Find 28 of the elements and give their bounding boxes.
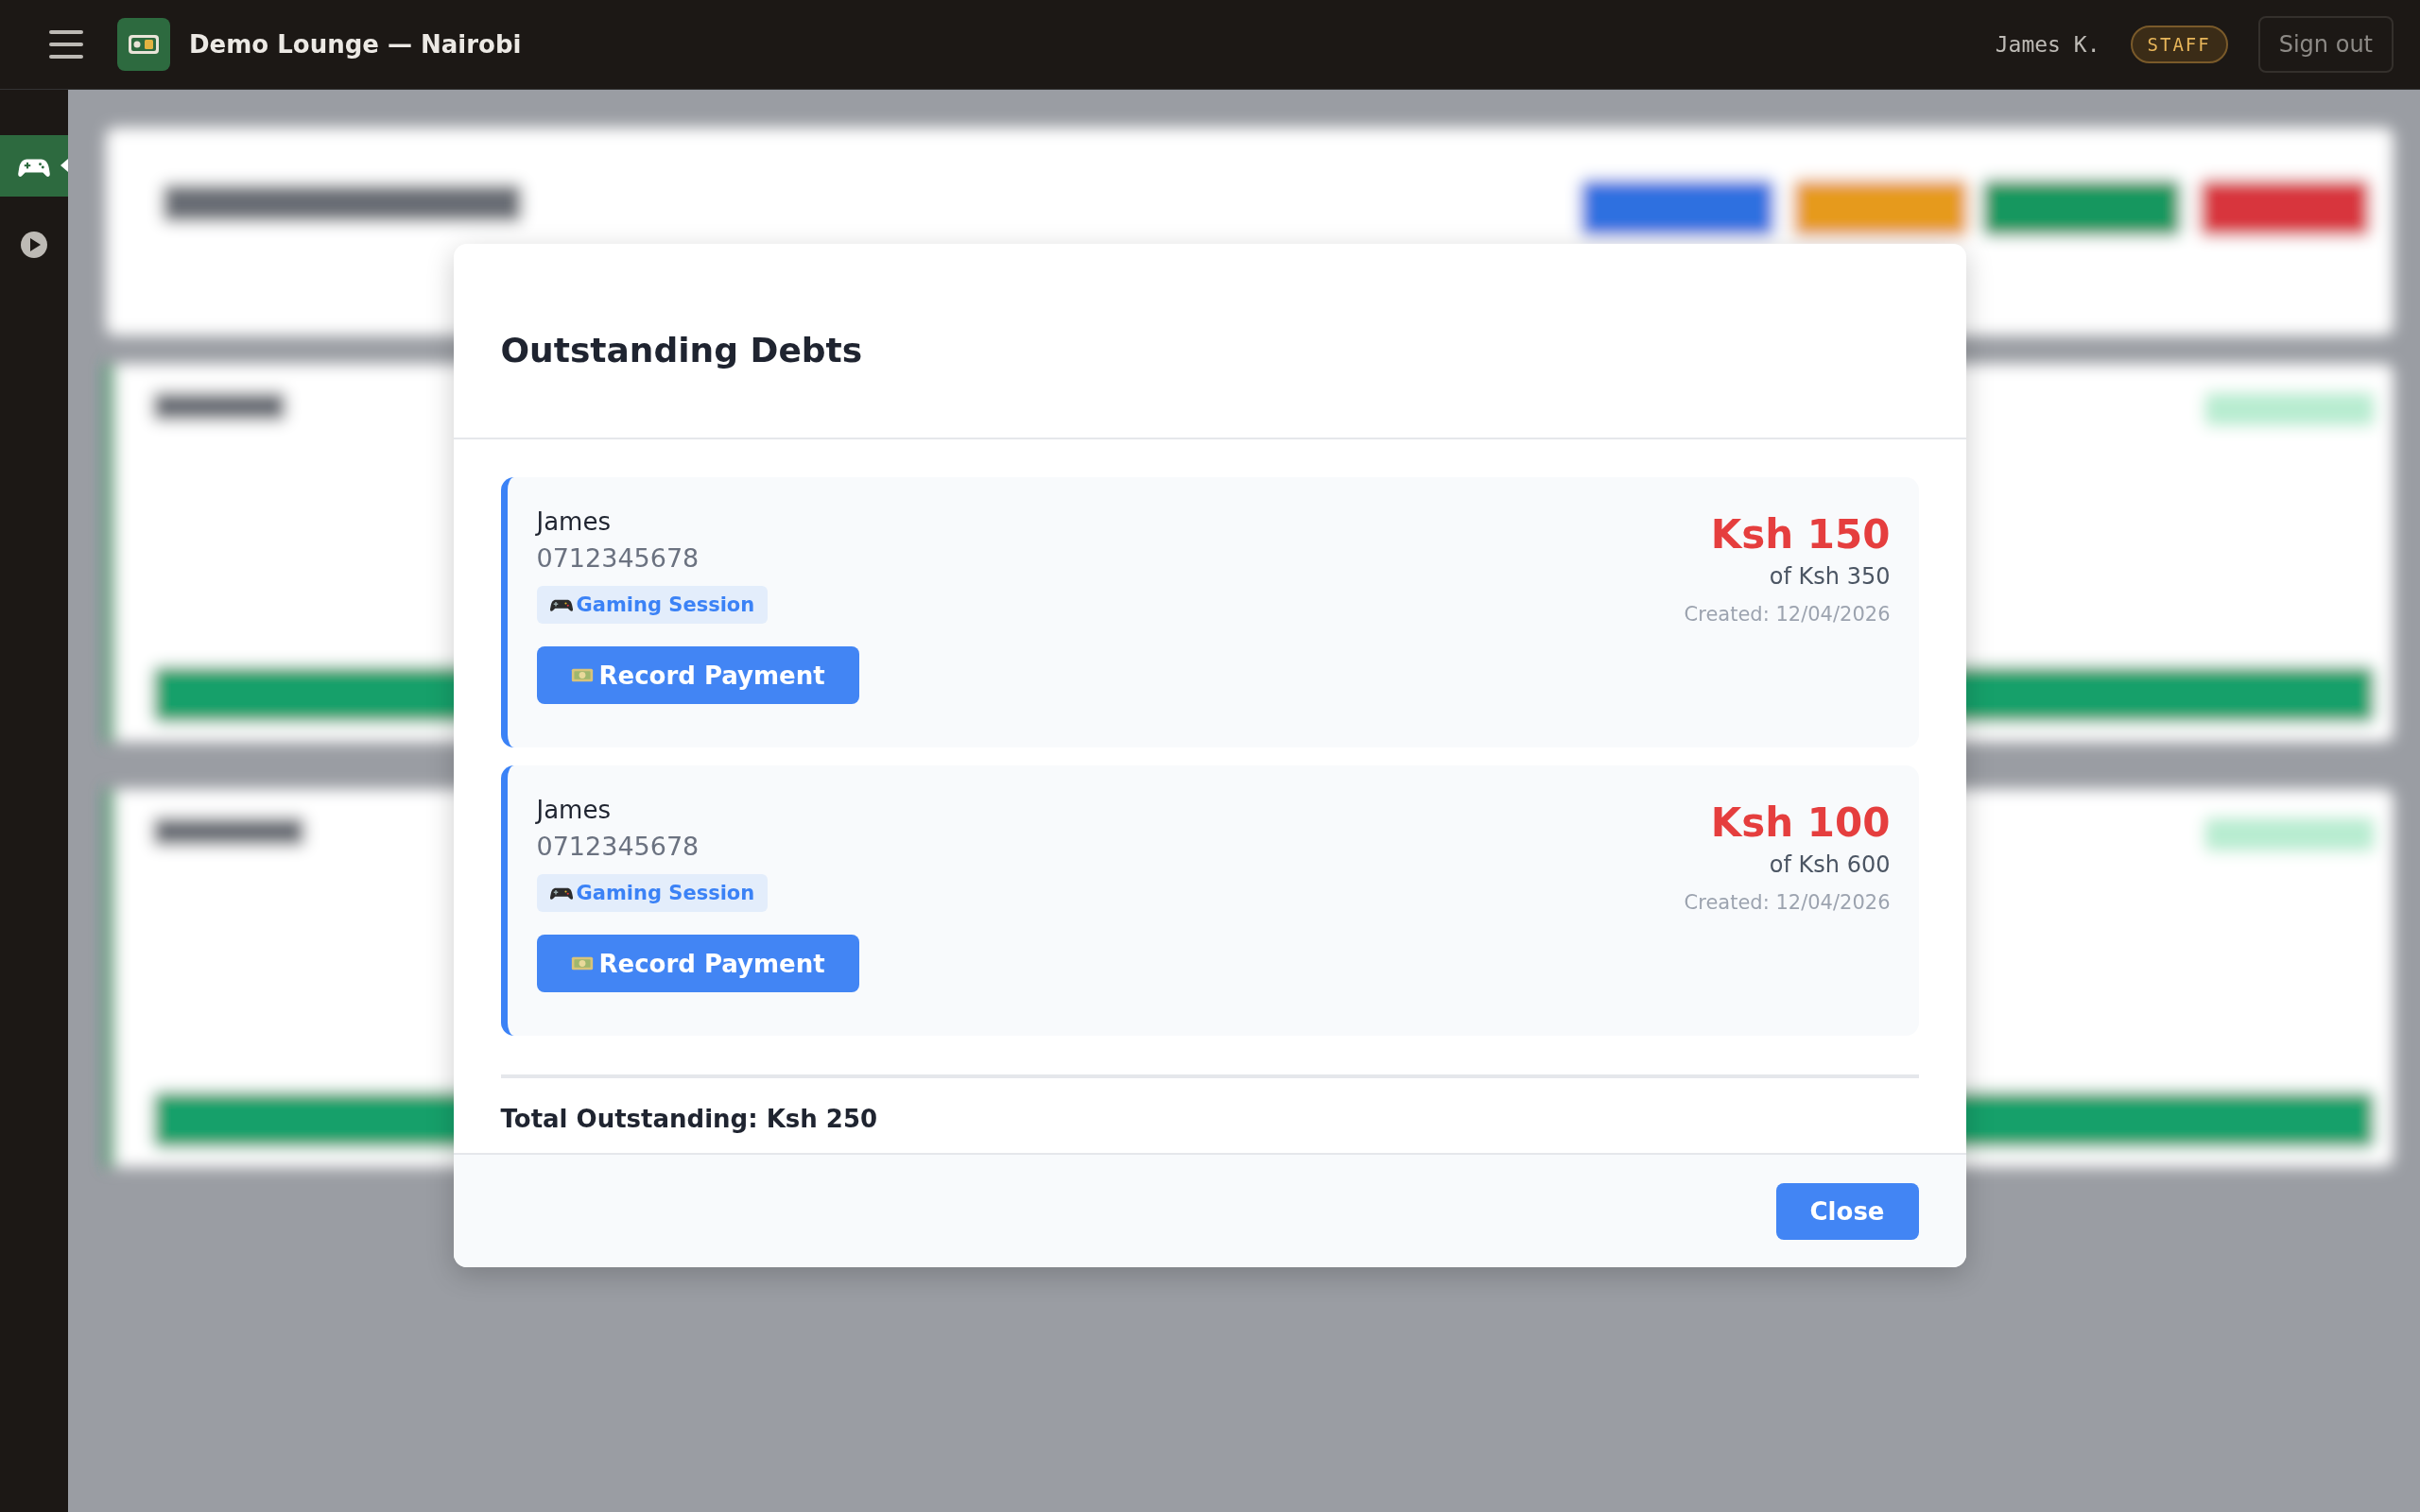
created-date: Created: 12/04/2026	[1684, 891, 1891, 914]
total-amount: of Ksh 350	[1769, 563, 1891, 590]
category-label: Gaming Session	[576, 882, 755, 904]
phone-number: 0712345678	[536, 832, 700, 861]
customer-name: James	[536, 507, 611, 536]
customer-name: James	[536, 796, 611, 824]
menu-icon	[49, 30, 83, 59]
user-name: James K.	[1995, 32, 2100, 57]
dialog-title: Outstanding Debts	[500, 331, 863, 369]
debt-amount: Ksh 100	[1710, 799, 1891, 846]
role-badge: STAFF	[2130, 26, 2228, 63]
total-amount: of Ksh 600	[1769, 851, 1891, 878]
record-payment-button[interactable]: Record Payment	[536, 646, 859, 704]
created-date: Created: 12/04/2026	[1684, 603, 1891, 626]
phone-number: 0712345678	[536, 543, 700, 573]
menu-button[interactable]	[49, 30, 83, 59]
record-payment-button[interactable]: Record Payment	[536, 935, 859, 992]
play-icon	[20, 230, 48, 259]
category-label: Gaming Session	[576, 593, 755, 616]
cash-icon	[570, 954, 594, 972]
caret-icon	[60, 159, 68, 172]
close-button[interactable]: Close	[1775, 1182, 1919, 1240]
cash-icon	[570, 666, 594, 684]
debt-amount: Ksh 150	[1710, 511, 1891, 558]
app-title: Demo Lounge — Nairobi	[189, 30, 522, 59]
total-outstanding: Total Outstanding: Ksh 250	[500, 1074, 1919, 1133]
sign-out-button[interactable]: Sign out	[2257, 16, 2394, 73]
sidebar-item[interactable]	[0, 135, 68, 197]
